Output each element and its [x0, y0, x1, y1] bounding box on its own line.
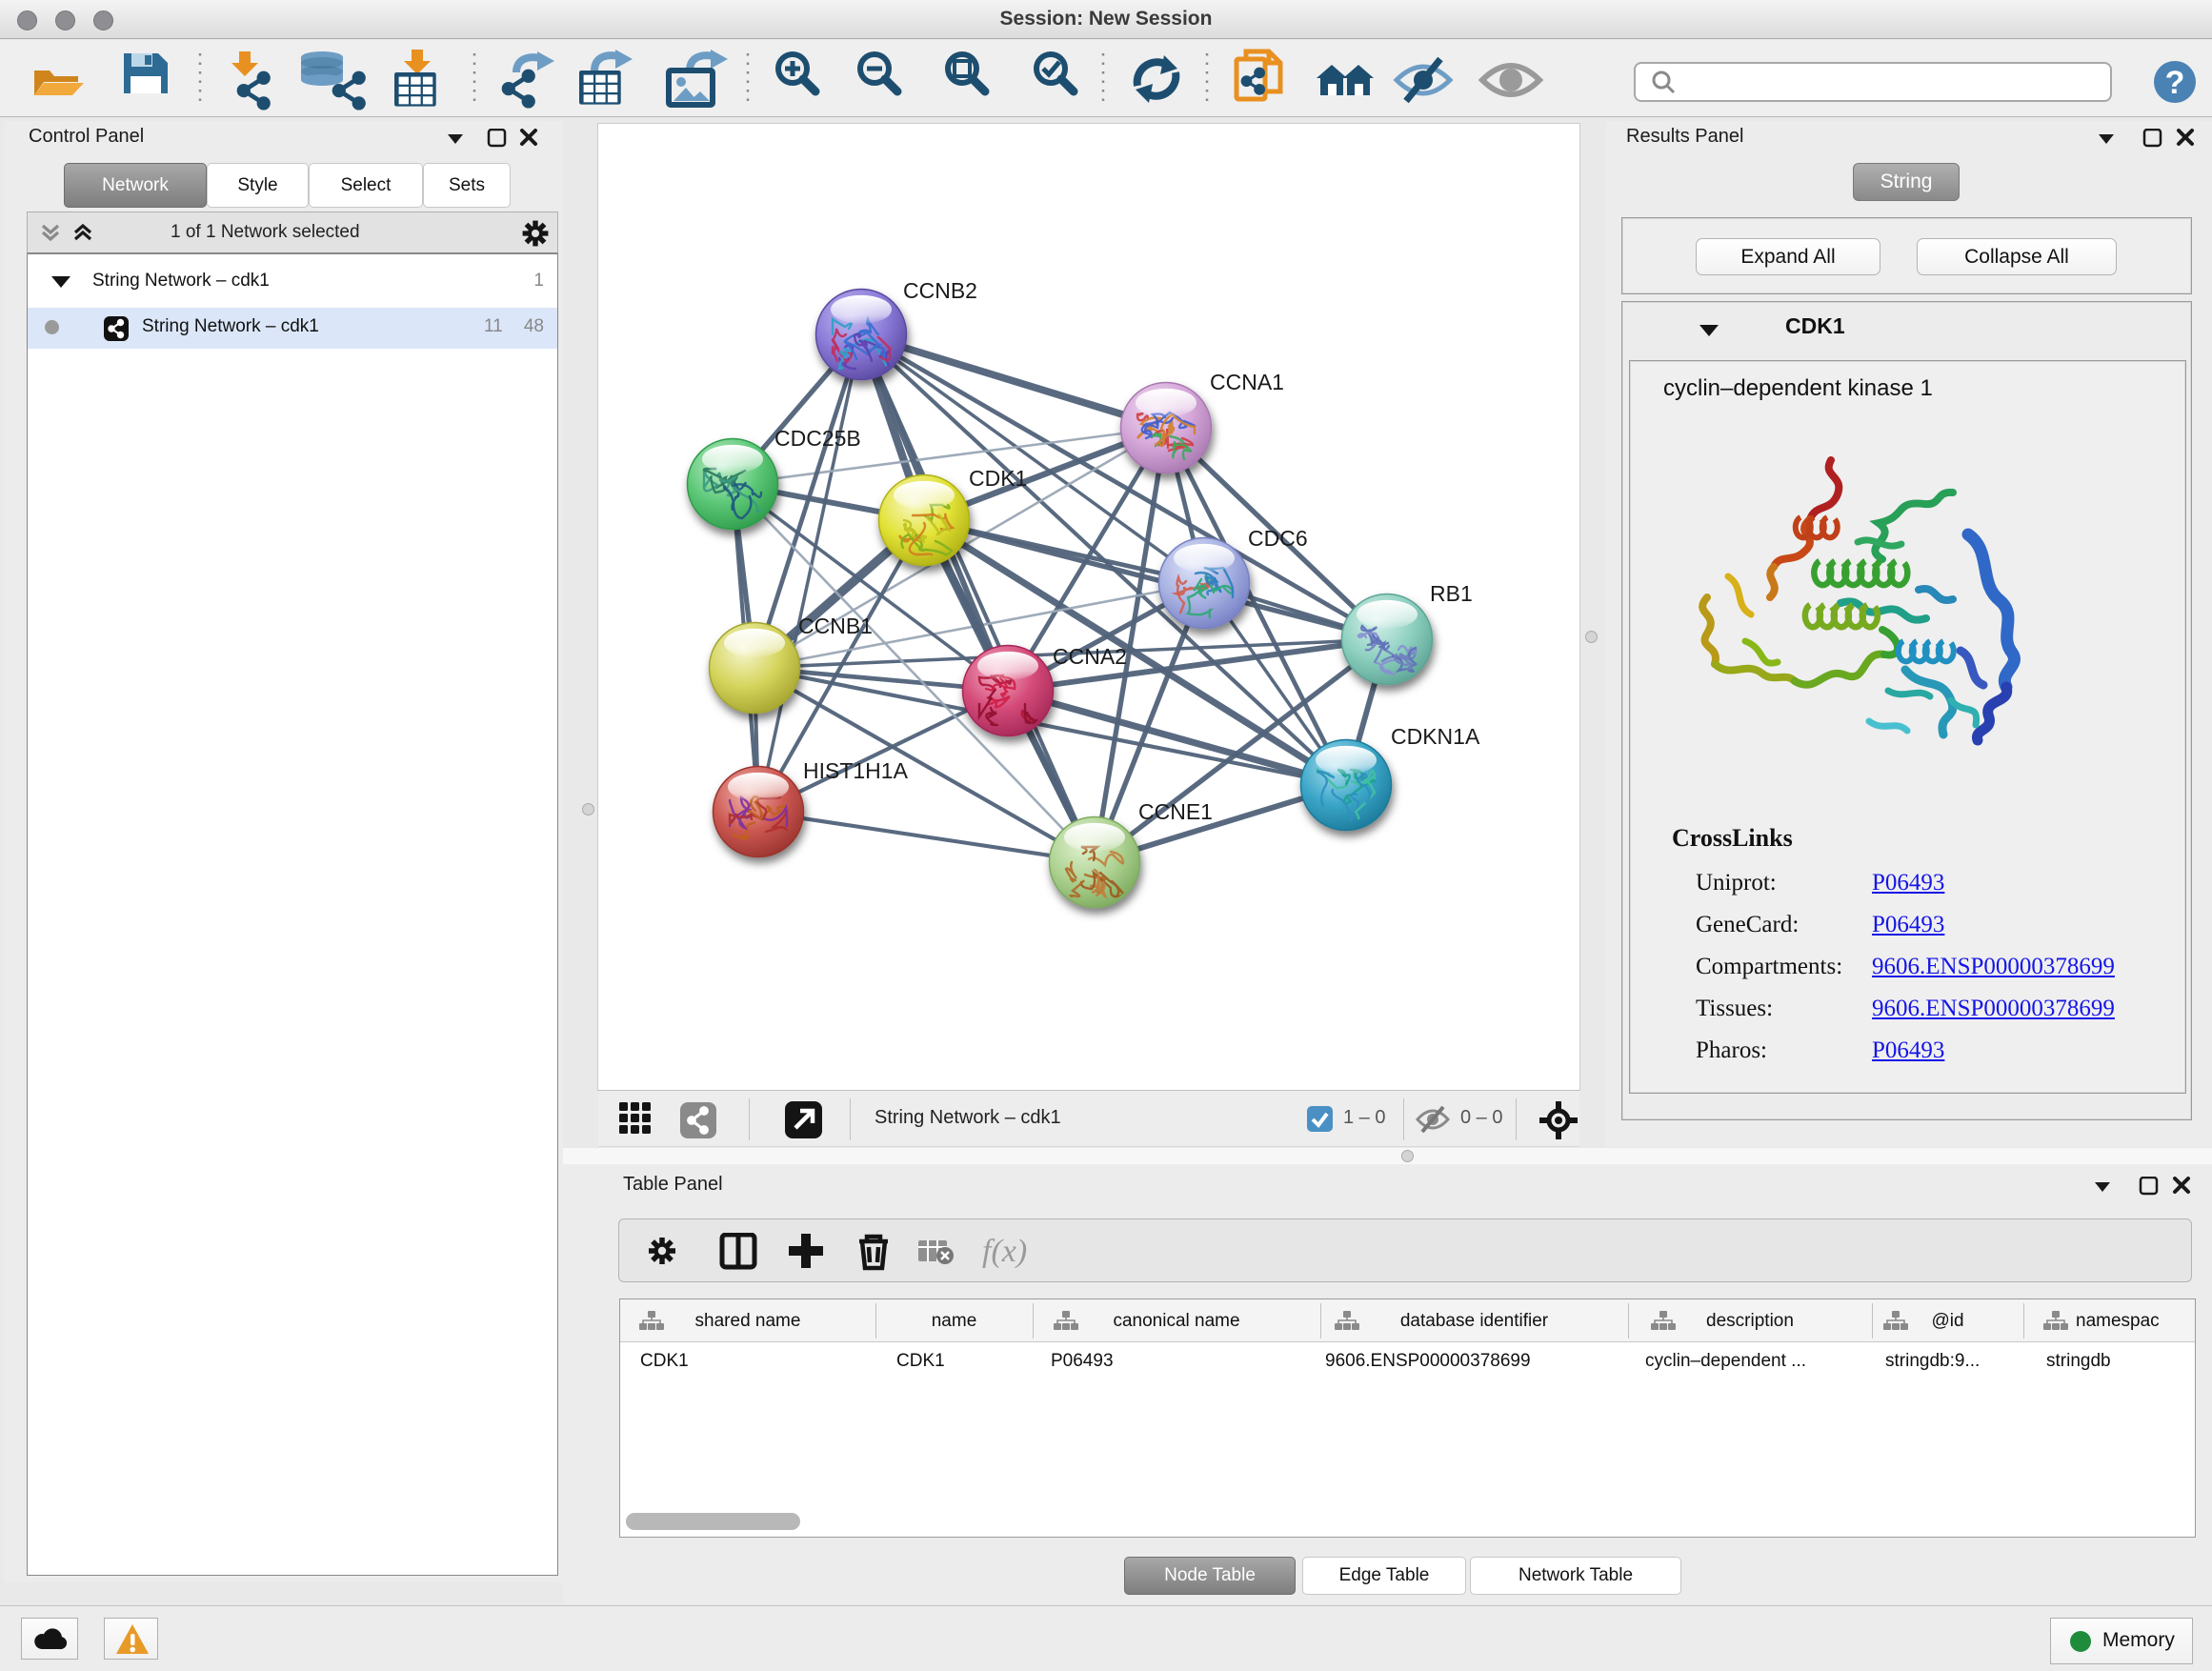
svg-text:CCNB1: CCNB1 [798, 614, 873, 638]
svg-text:f(x): f(x) [982, 1234, 1027, 1269]
svg-text:CDK1: CDK1 [969, 466, 1027, 491]
svg-text:CCNE1: CCNE1 [1138, 799, 1213, 824]
svg-text:CCNB2: CCNB2 [903, 278, 977, 303]
svg-text:HIST1H1A: HIST1H1A [803, 758, 909, 783]
svg-text:CCNA1: CCNA1 [1210, 370, 1284, 394]
svg-text:RB1: RB1 [1430, 581, 1473, 606]
svg-text:CDC25B: CDC25B [774, 426, 861, 451]
svg-text:CCNA2: CCNA2 [1053, 644, 1127, 669]
svg-text:CDKN1A: CDKN1A [1391, 724, 1480, 749]
svg-text:?: ? [2165, 65, 2185, 101]
svg-text:CDC6: CDC6 [1248, 526, 1308, 551]
